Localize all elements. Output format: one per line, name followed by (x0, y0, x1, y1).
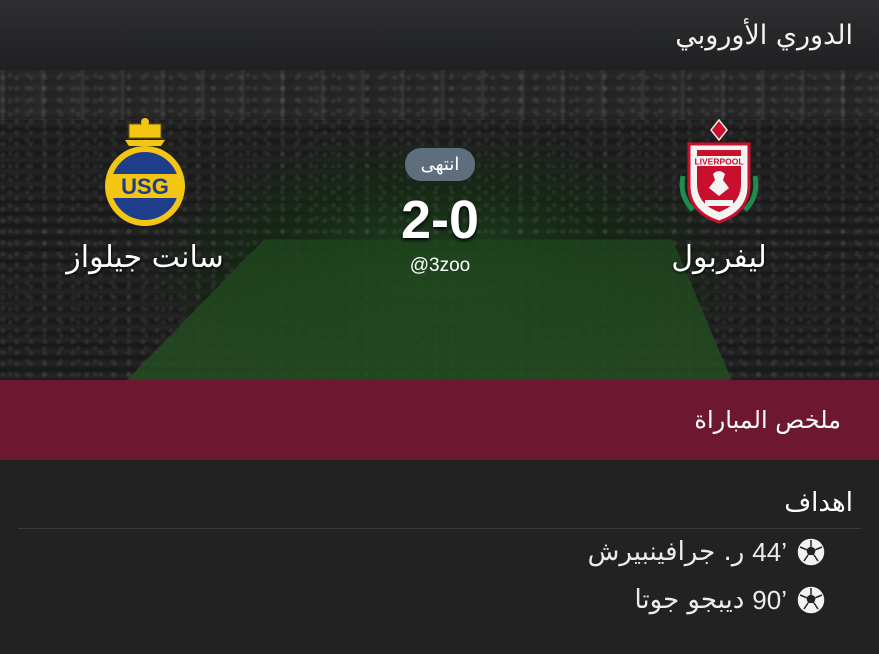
goal-minute: 90’ (752, 584, 787, 615)
usg-crest-icon: USG (105, 118, 185, 226)
goals-title: اهداف (784, 488, 853, 518)
goal-player: ر. جرافينبيرش (587, 537, 745, 567)
match-summary-bar[interactable]: ملخص المباراة (0, 380, 879, 460)
soccer-ball-icon (796, 537, 826, 567)
goal-item: 90’ ديبجو جوتا (634, 584, 827, 616)
home-team[interactable]: LIVERPOOL ليفربول (619, 116, 819, 275)
goals-divider (18, 528, 861, 529)
match-hero: LIVERPOOL ليفربول انتهى 2-0 @3zoo USG سا… (0, 70, 879, 380)
goal-player: ديبجو جوتا (634, 585, 745, 615)
status-badge: انتهى (404, 148, 476, 181)
home-team-name: ليفربول (671, 240, 767, 275)
away-team[interactable]: USG سانت جيلواز (45, 116, 245, 275)
goal-minute: 44’ (752, 536, 787, 567)
source-handle: @3zoo (409, 255, 471, 276)
goals-section: اهداف 44’ ر. جرافينبيرش 90’ ديبجو جوتا (0, 460, 879, 654)
match-score: 2-0 (400, 190, 480, 250)
liverpool-crest-icon: LIVERPOOL (679, 118, 759, 224)
competition-title: الدوري الأوروبي (675, 19, 853, 51)
usg-logo-text: USG (121, 174, 169, 199)
match-center: انتهى 2-0 @3zoo (350, 148, 530, 277)
goal-item: 44’ ر. جرافينبيرش (588, 536, 827, 568)
match-summary-title: ملخص المباراة (694, 406, 841, 434)
away-team-name: سانت جيلواز (66, 240, 224, 275)
soccer-ball-icon (796, 585, 826, 615)
top-bar: الدوري الأوروبي (0, 0, 879, 70)
liverpool-logo-text: LIVERPOOL (694, 157, 743, 167)
